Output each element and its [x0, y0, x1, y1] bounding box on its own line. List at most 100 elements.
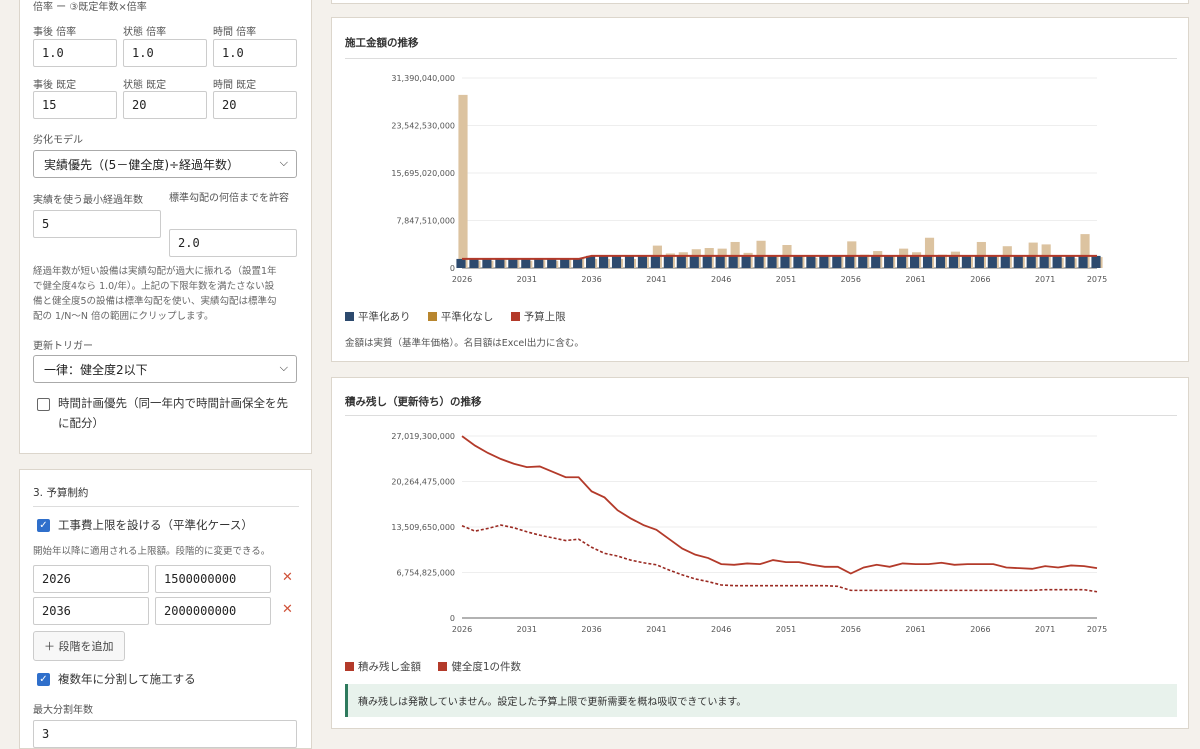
- legend-item: 予算上限: [510, 311, 566, 323]
- bar-leveled: [482, 258, 492, 268]
- bar-leveled: [676, 255, 686, 268]
- bar-leveled: [832, 255, 842, 268]
- legend-item: 積み残し金額: [345, 661, 421, 673]
- note-line: で健全度4なら 1.0/年）。上記の下限年数を満たさない設: [33, 281, 275, 292]
- time-default-input[interactable]: 20: [213, 91, 297, 119]
- chevron-down-icon: ⌵: [279, 361, 288, 374]
- bar-leveled: [1013, 255, 1023, 268]
- x-tick-label: 2046: [711, 625, 731, 634]
- backlog-chart-card: 積み残し（更新待ち）の推移 0 6,754,825,000 13,509,650,0…: [331, 377, 1189, 729]
- split-checkbox[interactable]: ✓: [37, 673, 50, 686]
- bar-leveled: [521, 258, 531, 268]
- x-tick-label: 2036: [581, 275, 601, 284]
- legend-swatch: [438, 662, 448, 671]
- y-tick-label: 0: [450, 264, 455, 273]
- bar-leveled: [1000, 255, 1010, 268]
- x-tick-label: 2031: [517, 275, 537, 284]
- bar-leveled: [637, 255, 648, 268]
- deg-model-select[interactable]: 実績優先（(5－健全度)÷経過年数） ⌵: [33, 150, 297, 178]
- field-label: 状態 倍率: [123, 27, 167, 38]
- bar-leveled: [495, 258, 505, 268]
- bar-leveled: [961, 255, 971, 268]
- bar-leveled: [935, 255, 946, 268]
- bar-leveled: [909, 255, 920, 268]
- x-tick-label: 2051: [776, 275, 796, 284]
- chart-legend: 積み残し金額 健全度1の件数: [345, 659, 535, 674]
- legend-item: 健全度1の件数: [438, 661, 521, 673]
- multiple-label: 標準勾配の何倍までを許容: [169, 193, 289, 204]
- health1-count-line: [461, 524, 1098, 593]
- time-multiplier-input[interactable]: 1.0: [213, 39, 297, 67]
- x-tick-label: 2036: [581, 625, 601, 634]
- y-tick-label: 15,695,020,000: [391, 169, 455, 178]
- legend-label: 平準化なし: [440, 311, 494, 323]
- backlog-chart: 0 6,754,825,000 13,509,650,000 20,264,475,0…: [391, 432, 1107, 634]
- budget-cap-checkbox[interactable]: ✓: [37, 519, 50, 532]
- field-label: 時間 既定: [213, 80, 257, 91]
- budget-amount-input[interactable]: 1500000000: [155, 565, 271, 593]
- field-label: 事後 既定: [33, 80, 77, 91]
- y-tick-label: 7,847,510,000: [396, 217, 455, 226]
- budget-cap-label: 工事費上限を設ける（平準化ケース）: [58, 518, 253, 532]
- bar-leveled: [741, 255, 751, 268]
- field-label: 事後 倍率: [33, 27, 77, 38]
- time-priority-checkbox[interactable]: [37, 398, 50, 411]
- post-default-input[interactable]: 15: [33, 91, 117, 119]
- y-tick-label: 0: [450, 614, 455, 623]
- bar-leveled: [534, 258, 544, 268]
- legend-label: 積み残し金額: [358, 661, 421, 673]
- bar-leveled: [547, 258, 557, 268]
- max-split-label: 最大分割年数: [33, 705, 93, 716]
- x-tick-label: 2071: [1035, 275, 1055, 284]
- post-multiplier-input[interactable]: 1.0: [33, 39, 117, 67]
- chart-caption: 金額は実質（基準年価格）。名目額はExcel出力に含む。: [345, 338, 584, 349]
- multiple-input[interactable]: 2.0: [169, 229, 297, 257]
- chart-legend: 平準化あり 平準化なし 予算上限: [345, 309, 580, 324]
- remove-row-icon[interactable]: ✕: [282, 570, 293, 585]
- bar-leveled: [793, 255, 803, 268]
- budget-cap-note: 開始年以降に適用される上限額。段階的に変更できる。: [33, 546, 271, 557]
- bar-leveled: [1039, 255, 1049, 268]
- x-tick-label: 2026: [452, 625, 472, 634]
- bar-leveled: [469, 258, 479, 268]
- bar-leveled: [845, 255, 855, 268]
- bar-leveled: [689, 255, 699, 268]
- trigger-select[interactable]: 一律：健全度2以下 ⌵: [33, 355, 297, 383]
- bar-leveled: [884, 255, 894, 268]
- divider: [33, 506, 299, 507]
- bar-leveled: [702, 255, 712, 268]
- label-line: に配分）: [58, 416, 104, 430]
- bar-leveled: [624, 255, 635, 268]
- bar-leveled: [897, 255, 907, 268]
- bar-leveled: [754, 255, 764, 268]
- state-default-input[interactable]: 20: [123, 91, 207, 119]
- budget-amount-input[interactable]: 2000000000: [155, 597, 271, 625]
- add-step-button[interactable]: ＋ 段階を追加: [33, 631, 125, 661]
- deg-model-value: 実績優先（(5－健全度)÷経過年数）: [44, 158, 240, 172]
- remove-row-icon[interactable]: ✕: [282, 602, 293, 617]
- state-multiplier-input[interactable]: 1.0: [123, 39, 207, 67]
- max-split-input[interactable]: 3: [33, 720, 297, 748]
- budget-card: 3. 予算制約 ✓ 工事費上限を設ける（平準化ケース） 開始年以降に適用される上…: [19, 469, 312, 749]
- min-years-input[interactable]: 5: [33, 210, 161, 238]
- bar-leveled: [715, 255, 725, 268]
- budget-year-input[interactable]: 2036: [33, 597, 149, 625]
- bar-leveled: [987, 255, 997, 268]
- bar-leveled: [611, 255, 622, 268]
- bar-leveled: [1078, 255, 1088, 268]
- bar-leveled: [1052, 255, 1062, 268]
- bar-leveled: [858, 255, 868, 268]
- bar-leveled: [650, 255, 660, 268]
- bar-leveled: [819, 255, 829, 268]
- bar-leveled: [508, 258, 518, 268]
- budget-year-input[interactable]: 2026: [33, 565, 149, 593]
- top-strip: [331, 0, 1189, 4]
- cut-header: 倍率 ー ③既定年数×倍率: [33, 2, 147, 13]
- x-tick-label: 2041: [646, 625, 666, 634]
- note-line: 経過年数が短い設備は実績勾配が過大に振れる（設置1年: [33, 266, 277, 277]
- y-tick-label: 6,754,825,000: [396, 569, 455, 578]
- settings-card-2: 倍率 ー ③既定年数×倍率 事後 倍率 1.0 状態 倍率 1.0 時間 倍率 …: [19, 0, 312, 454]
- y-tick-label: 23,542,530,000: [391, 122, 455, 131]
- legend-swatch: [510, 312, 520, 321]
- legend-label: 健全度1の件数: [451, 661, 522, 673]
